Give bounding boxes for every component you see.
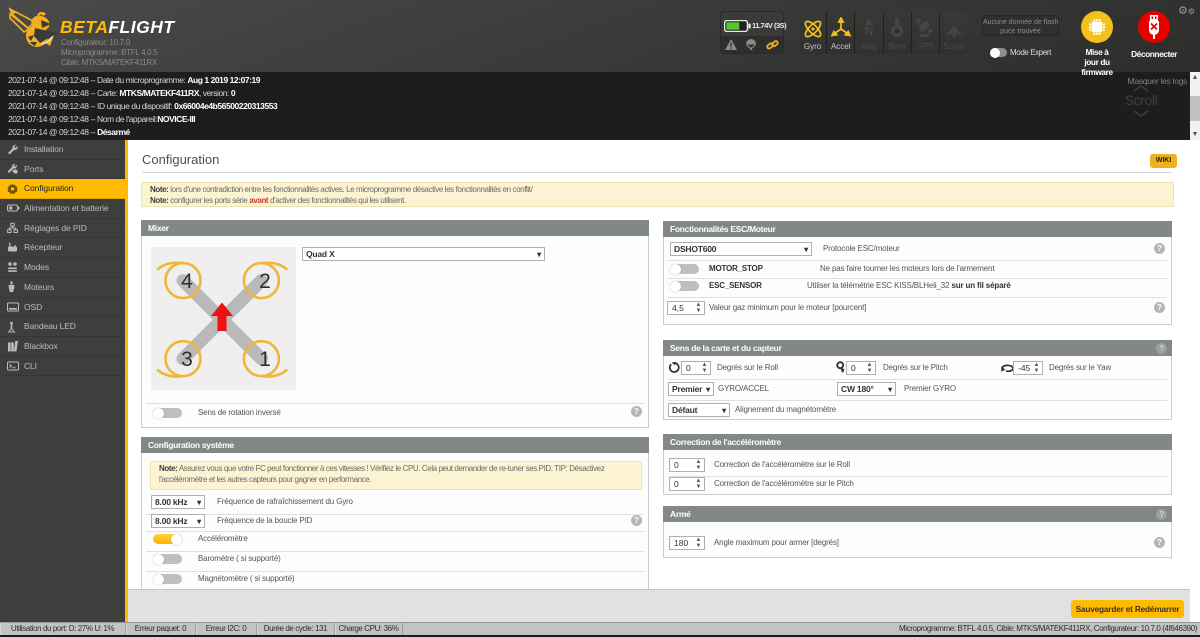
svg-text:3: 3 bbox=[181, 348, 193, 371]
svg-text:N: N bbox=[865, 24, 874, 38]
svg-text:4: 4 bbox=[181, 270, 193, 293]
svg-text:2: 2 bbox=[259, 270, 271, 293]
svg-text:1: 1 bbox=[259, 348, 271, 371]
